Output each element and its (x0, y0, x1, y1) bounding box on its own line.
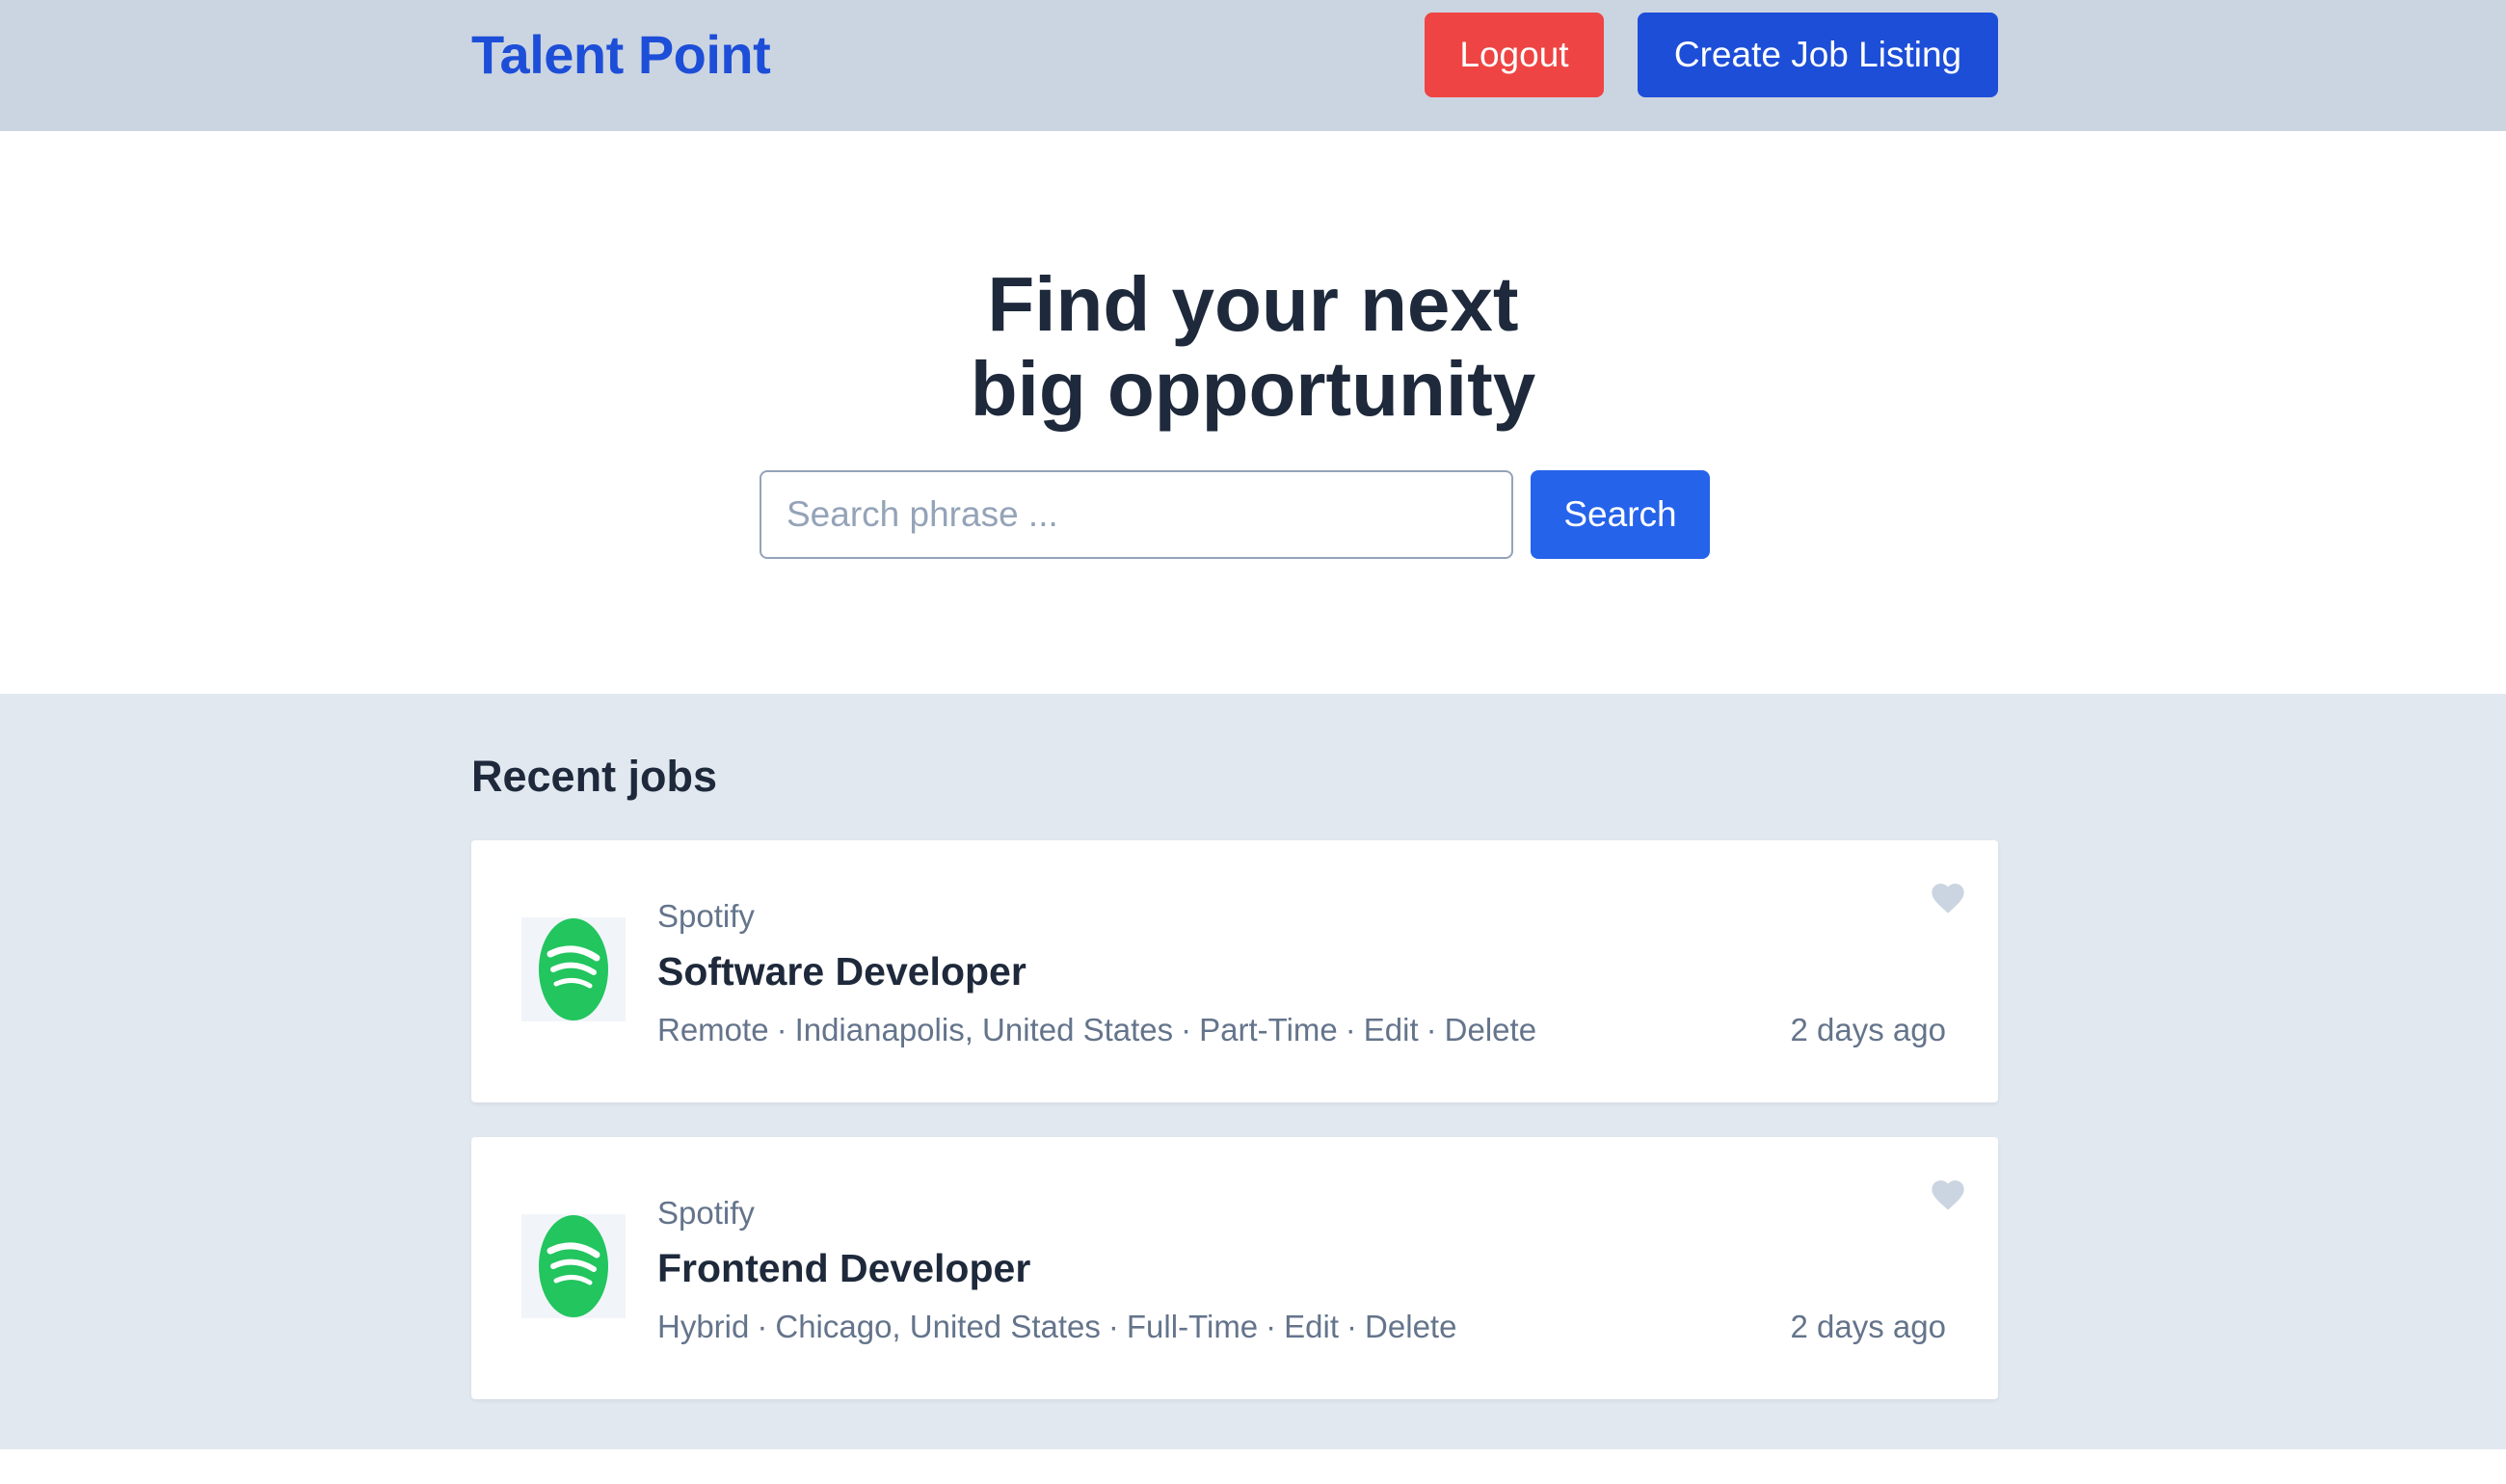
logout-button[interactable]: Logout (1425, 13, 1604, 97)
company-name: Spotify (657, 898, 755, 934)
posted-time: 2 days ago (1790, 1012, 1946, 1047)
meta-separator: · (1345, 1012, 1356, 1047)
job-title[interactable]: Frontend Developer (657, 1243, 1030, 1293)
meta-separator: · (1426, 1012, 1437, 1047)
job-meta: Remote · Indianapolis, United States · Part-… (657, 1010, 1536, 1050)
job-type: Part-Time (1199, 1012, 1338, 1047)
spotify-logo-icon (521, 917, 626, 1021)
delete-job-link[interactable]: Delete (1365, 1309, 1456, 1344)
job-card[interactable]: Spotify Frontend Developer Hybrid · Chicag… (471, 1137, 1998, 1399)
brand-logo-text[interactable]: Talent Point (471, 21, 771, 89)
meta-separator: · (1346, 1309, 1358, 1344)
job-meta: Hybrid · Chicago, United States · Full-Time ·… (657, 1307, 1456, 1347)
job-card[interactable]: Spotify Software Developer Remote · Indian… (471, 840, 1998, 1102)
work-mode: Remote (657, 1012, 769, 1047)
posted-time: 2 days ago (1790, 1309, 1946, 1344)
edit-job-link[interactable]: Edit (1284, 1309, 1339, 1344)
job-type: Full-Time (1126, 1309, 1259, 1344)
hero-heading: Find your next big opportunity (771, 262, 1735, 432)
meta-separator: · (1266, 1309, 1277, 1344)
create-job-listing-button[interactable]: Create Job Listing (1638, 13, 1998, 97)
meta-separator: · (1107, 1309, 1119, 1344)
edit-job-link[interactable]: Edit (1364, 1012, 1419, 1047)
recent-jobs-heading: Recent jobs (471, 752, 718, 801)
search-input[interactable] (760, 470, 1513, 559)
job-location: Chicago, United States (775, 1309, 1101, 1344)
job-title[interactable]: Software Developer (657, 946, 1026, 996)
spotify-logo-svg (539, 1215, 608, 1317)
hero-heading-line-1: Find your next (987, 261, 1519, 347)
meta-separator: · (757, 1309, 768, 1344)
search-button[interactable]: Search (1531, 470, 1710, 559)
favorite-heart-icon[interactable] (1929, 1176, 1967, 1214)
company-name: Spotify (657, 1195, 755, 1231)
meta-separator: · (1181, 1012, 1192, 1047)
recent-jobs-section: Recent jobs Spotify Software Developer R… (0, 694, 2506, 1449)
spotify-logo-icon (521, 1214, 626, 1318)
job-location: Indianapolis, United States (794, 1012, 1174, 1047)
work-mode: Hybrid (657, 1309, 750, 1344)
meta-separator: · (776, 1012, 787, 1047)
favorite-heart-icon[interactable] (1929, 879, 1967, 917)
delete-job-link[interactable]: Delete (1445, 1012, 1536, 1047)
spotify-logo-svg (539, 918, 608, 1020)
top-navbar: Talent Point Logout Create Job Listing (0, 0, 2506, 131)
hero-heading-line-2: big opportunity (970, 346, 1536, 432)
